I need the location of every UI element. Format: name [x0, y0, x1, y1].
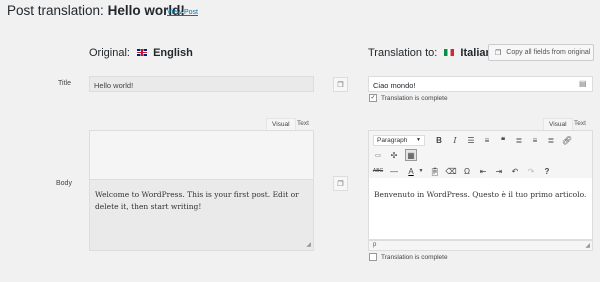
undo-icon[interactable]: ↶: [509, 165, 521, 177]
chevron-down-icon[interactable]: ▼: [415, 165, 427, 177]
editor-statusbar: p ◢: [368, 240, 593, 251]
numbered-list-icon[interactable]: ≡: [481, 134, 493, 146]
original-heading: Original: English: [89, 47, 193, 59]
view-post-link[interactable]: View Post: [167, 9, 198, 16]
clear-formatting-icon[interactable]: ⌫: [445, 165, 457, 177]
link-icon[interactable]: 🔗︎: [561, 134, 573, 146]
toolbar-toggle-icon[interactable]: ▦: [405, 149, 417, 161]
format-select[interactable]: Paragraph ▼: [373, 135, 425, 146]
checkbox-checked-icon: ✓: [369, 94, 377, 102]
title-complete-label: Translation is complete: [381, 94, 448, 102]
italy-flag-icon: [444, 48, 455, 56]
original-toolbar-area: [90, 131, 313, 180]
bullet-list-icon[interactable]: ☰: [465, 134, 477, 146]
page-title: Post translation: Hello world!: [7, 3, 185, 18]
element-path[interactable]: p: [373, 242, 376, 248]
strikethrough-icon[interactable]: ABC: [372, 165, 384, 177]
align-center-icon[interactable]: ≡: [529, 134, 541, 146]
resize-handle-icon: ◢: [306, 242, 311, 248]
translated-tab-text[interactable]: Text: [569, 118, 591, 130]
resize-handle-icon[interactable]: ◢: [585, 242, 590, 249]
copy-all-fields-button[interactable]: ❐ Copy all fields from original: [488, 44, 594, 61]
title-row-label: Title: [58, 80, 71, 87]
checkbox-unchecked-icon: [369, 253, 377, 261]
format-select-value: Paragraph: [377, 137, 408, 144]
copy-title-button[interactable]: ❐: [333, 77, 348, 92]
help-icon[interactable]: ?: [541, 165, 553, 177]
page-title-prefix: Post translation:: [7, 3, 104, 18]
translated-body-editor[interactable]: Benvenuto in WordPress. Questo è il tuo …: [368, 178, 593, 240]
paste-text-icon[interactable]: 📋︎: [429, 165, 441, 177]
blockquote-icon[interactable]: ❝: [497, 134, 509, 146]
chevron-down-icon: ▼: [416, 137, 421, 143]
original-body-text: Welcome to WordPress. This is your first…: [95, 190, 299, 211]
copy-icon: ❐: [337, 81, 344, 89]
redo-icon[interactable]: ↷: [525, 165, 537, 177]
translated-body-text[interactable]: Benvenuto in WordPress. Questo è il tuo …: [374, 189, 587, 201]
translation-label: Translation to:: [368, 47, 438, 59]
original-language: English: [153, 47, 193, 59]
align-left-icon[interactable]: ≣: [513, 134, 525, 146]
copy-body-button[interactable]: ❐: [333, 176, 348, 191]
align-right-icon[interactable]: ≣: [545, 134, 557, 146]
italic-button[interactable]: I: [449, 134, 461, 146]
bold-button[interactable]: B: [433, 134, 445, 146]
copy-all-fields-label: Copy all fields from original: [506, 49, 591, 56]
copy-icon: ❐: [495, 49, 502, 57]
translated-title-input[interactable]: Ciao mondo!: [368, 76, 593, 92]
body-row-label: Body: [56, 180, 72, 187]
copy-icon: ❐: [337, 180, 344, 188]
outdent-icon[interactable]: ⇤: [477, 165, 489, 177]
read-more-icon[interactable]: ▭: [372, 149, 384, 161]
body-complete-label: Translation is complete: [381, 253, 448, 261]
original-tab-text[interactable]: Text: [292, 118, 314, 130]
translation-heading: Translation to: Italian: [368, 47, 492, 59]
fullscreen-icon[interactable]: ✣: [388, 149, 400, 161]
text-field-icon: ▤: [579, 79, 587, 88]
body-complete-checkbox[interactable]: Translation is complete: [369, 253, 448, 261]
original-label: Original:: [89, 47, 130, 59]
title-complete-checkbox[interactable]: ✓ Translation is complete: [369, 94, 448, 102]
original-body-editor: Welcome to WordPress. This is your first…: [89, 130, 314, 251]
translated-toolbar: Paragraph ▼ B I ☰ ≡ ❝ ≣ ≡ ≣ 🔗︎ ▭ ✣ ▦ ABC…: [368, 130, 593, 178]
indent-icon[interactable]: ⇥: [493, 165, 505, 177]
uk-flag-icon: [137, 48, 148, 56]
horizontal-line-icon[interactable]: —: [388, 165, 400, 177]
special-character-icon[interactable]: Ω: [461, 165, 473, 177]
original-title-field: Hello world!: [89, 76, 314, 92]
